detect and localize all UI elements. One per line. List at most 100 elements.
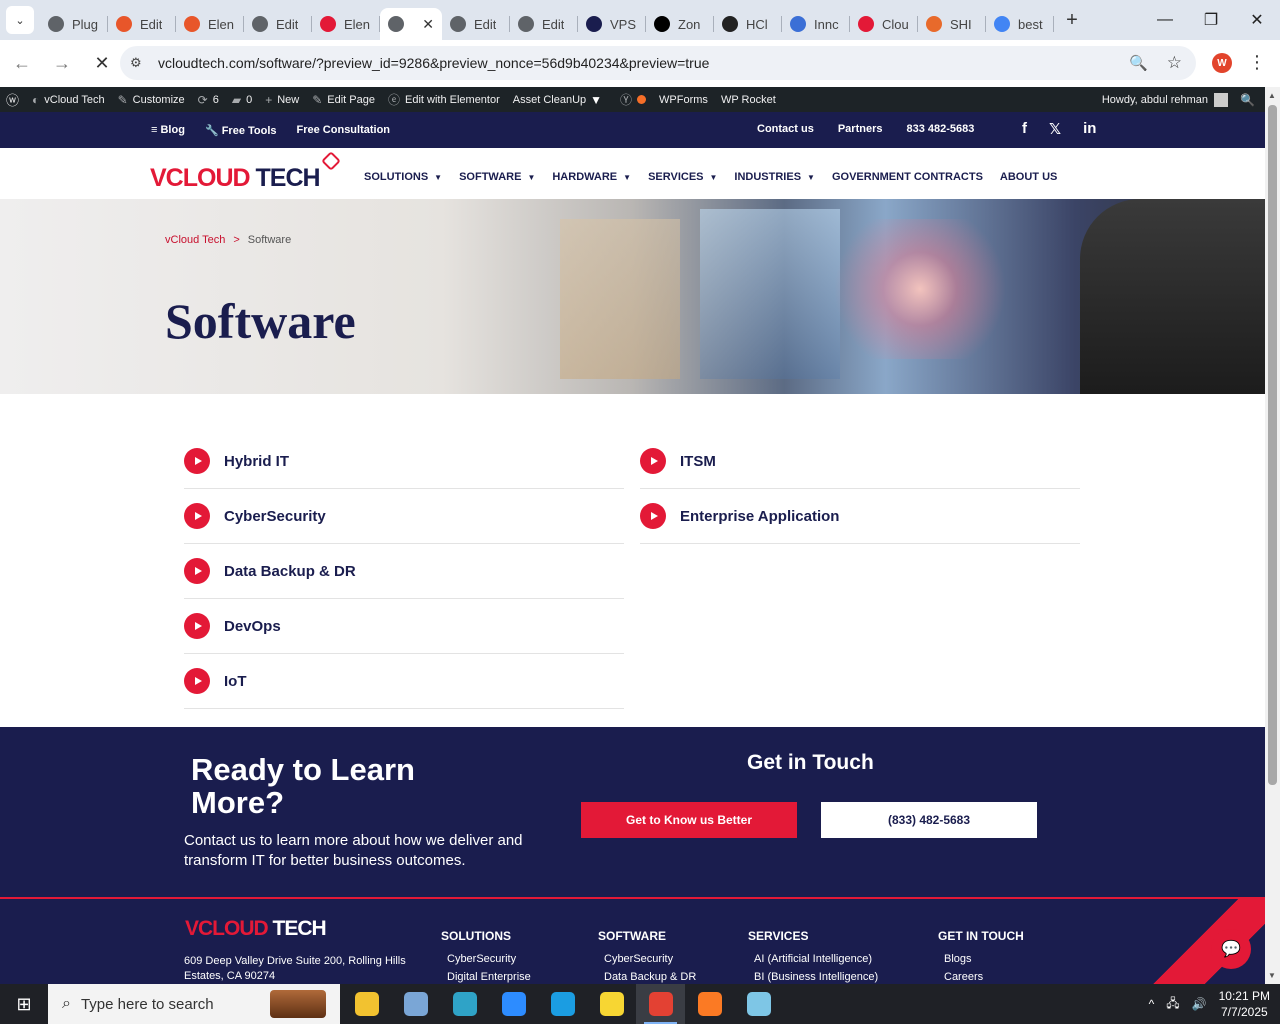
facebook-icon[interactable]: f [1022,120,1027,138]
browser-tab[interactable]: best [986,8,1054,40]
taskbar-app[interactable] [685,984,734,1024]
close-window-icon[interactable]: ✕ [1234,0,1280,40]
site-info-icon[interactable]: ⚙ [130,55,154,71]
blog-link[interactable]: ≡ Blog [151,124,185,137]
taskbar-app[interactable] [342,984,391,1024]
breadcrumb-home-link[interactable]: vCloud Tech [165,234,225,246]
footer-link[interactable]: Digital Enterprise [447,971,531,983]
wp-edit-elementor[interactable]: ⓔ Edit with Elementor [388,91,500,108]
browser-tab[interactable]: Edit [442,8,510,40]
taskbar-app[interactable] [734,984,783,1024]
phone-button[interactable]: (833) 482-5683 [821,802,1037,838]
taskbar-app[interactable] [636,984,685,1024]
forward-arrow-icon[interactable]: → [44,45,80,81]
wp-new[interactable]: + New [265,93,299,107]
url-text[interactable]: vcloudtech.com/software/?preview_id=9286… [158,55,709,71]
software-list-item[interactable]: Enterprise Application [640,489,1080,544]
footer-logo[interactable]: VCLOUD TECH [185,917,327,941]
footer-link[interactable]: Careers [944,971,1024,983]
nav-item-solutions[interactable]: SOLUTIONS ▼ [364,171,442,183]
browser-tab[interactable]: Elen [312,8,380,40]
browser-tab[interactable]: Zon [646,8,714,40]
browser-tab[interactable]: VPS [578,8,646,40]
back-arrow-icon[interactable]: ← [4,45,40,81]
minimize-icon[interactable]: — [1142,0,1188,40]
search-icon[interactable]: 🔍 [1240,93,1255,107]
wp-asset-cleanup[interactable]: Asset CleanUp ▼ [513,93,607,107]
wp-edit-page[interactable]: ✎ Edit Page [312,93,375,107]
browser-tab[interactable]: Edit [510,8,578,40]
new-tab-button[interactable]: + [1058,6,1086,34]
wp-updates[interactable]: ⟳ 6 [198,93,219,107]
tray-chevron-icon[interactable]: ^ [1149,997,1155,1011]
browser-tab[interactable]: Elen [176,8,244,40]
wp-user-menu[interactable]: Howdy, abdul rehman 🔍 [1102,92,1255,107]
wordpress-logo-icon[interactable]: ⓦ [6,90,19,109]
browser-tab[interactable]: Edit [244,8,312,40]
get-to-know-button[interactable]: Get to Know us Better [581,802,797,838]
chat-icon[interactable]: 💬 [1211,929,1251,969]
footer-link[interactable]: Blogs [944,953,1024,965]
network-icon[interactable]: 🖧 [1166,994,1179,1015]
wp-yoast[interactable]: Ⓨ [620,91,647,108]
browser-tab[interactable]: Innc [782,8,850,40]
clock[interactable]: 10:21 PM 7/7/2025 [1219,988,1270,1020]
browser-menu-icon[interactable]: ⋮ [1248,52,1266,73]
wp-site-name[interactable]: ◐ vCloud Tech [32,93,105,107]
browser-tab[interactable]: ✕ [380,8,442,40]
restore-icon[interactable]: ❐ [1188,0,1234,40]
scrollbar-thumb[interactable] [1268,105,1277,785]
taskbar-app[interactable] [587,984,636,1024]
wp-wpforms[interactable]: WPForms [659,94,708,106]
footer-link[interactable]: Data Backup & DR [604,971,696,983]
stop-loading-icon[interactable]: ✕ [84,45,120,81]
footer-link[interactable]: BI (Business Intelligence) [754,971,878,983]
windows-start-icon[interactable]: ⊞ [0,984,48,1024]
scroll-up-icon[interactable]: ▲ [1268,91,1276,100]
browser-tab[interactable]: Plug [40,8,108,40]
free-consultation-link[interactable]: Free Consultation [297,124,391,137]
zoom-icon[interactable]: 🔍 [1129,54,1148,72]
partners-link[interactable]: Partners [838,123,883,135]
linkedin-icon[interactable]: in [1083,120,1096,138]
site-logo[interactable]: VCLOUD TECH [150,151,341,193]
omnibox[interactable]: ⚙ vcloudtech.com/software/?preview_id=92… [120,46,1196,80]
software-list-item[interactable]: CyberSecurity [184,489,624,544]
nav-item-services[interactable]: SERVICES ▼ [648,171,717,183]
close-tab-icon[interactable]: ✕ [422,16,434,33]
browser-tab[interactable]: SHI [918,8,986,40]
footer-link[interactable]: CyberSecurity [604,953,696,965]
browser-tab[interactable]: Clou [850,8,918,40]
phone-link[interactable]: 833 482-5683 [906,123,974,135]
x-twitter-icon[interactable]: 𝕏 [1049,120,1061,138]
wp-rocket[interactable]: WP Rocket [721,94,776,106]
software-list-item[interactable]: Data Backup & DR [184,544,624,599]
free-tools-link[interactable]: 🔧 Free Tools [205,124,277,137]
bookmark-star-icon[interactable]: ☆ [1167,53,1182,73]
browser-tab[interactable]: HCl [714,8,782,40]
software-list-item[interactable]: DevOps [184,599,624,654]
taskbar-app[interactable] [538,984,587,1024]
wp-comments[interactable]: ▰ 0 [232,93,252,107]
software-list-item[interactable]: IoT [184,654,624,709]
nav-item-industries[interactable]: INDUSTRIES ▼ [734,171,815,183]
software-list-item[interactable]: ITSM [640,434,1080,489]
nav-item-government-contracts[interactable]: GOVERNMENT CONTRACTS [832,171,983,183]
scroll-down-icon[interactable]: ▼ [1268,971,1276,980]
nav-item-software[interactable]: SOFTWARE ▼ [459,171,535,183]
wp-customize[interactable]: ✎ Customize [118,93,185,107]
taskbar-app[interactable] [391,984,440,1024]
profile-avatar[interactable]: W [1212,53,1232,73]
taskbar-app[interactable] [489,984,538,1024]
footer-link[interactable]: CyberSecurity [447,953,531,965]
tab-search-button[interactable]: ⌄ [6,6,34,34]
software-list-item[interactable]: Hybrid IT [184,434,624,489]
nav-item-about-us[interactable]: ABOUT US [1000,171,1057,183]
taskbar-app[interactable] [440,984,489,1024]
contact-us-link[interactable]: Contact us [757,123,814,135]
browser-tab[interactable]: Edit [108,8,176,40]
page-scrollbar[interactable]: ▲ ▼ [1265,87,1280,984]
footer-link[interactable]: AI (Artificial Intelligence) [754,953,878,965]
nav-item-hardware[interactable]: HARDWARE ▼ [552,171,631,183]
taskbar-search[interactable]: ⌕ Type here to search [48,984,340,1024]
